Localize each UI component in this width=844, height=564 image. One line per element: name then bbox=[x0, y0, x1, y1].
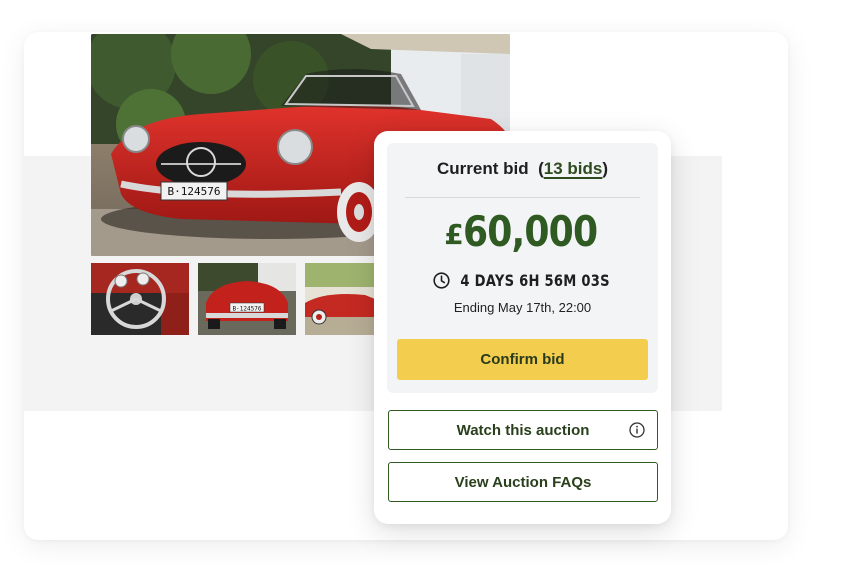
steering-wheel-illustration bbox=[91, 263, 189, 335]
current-bid-label: Current bid bbox=[437, 159, 529, 178]
current-bid-header: Current bid (13 bids) bbox=[405, 159, 640, 198]
info-icon[interactable] bbox=[629, 422, 645, 438]
license-plate-text: B·124576 bbox=[168, 185, 221, 198]
time-remaining: 4 DAYS 6H 56M 03S bbox=[387, 271, 658, 290]
confirm-bid-button[interactable]: Confirm bid bbox=[397, 339, 648, 380]
bid-amount-value: 60,000 bbox=[462, 207, 598, 256]
thumbnail-car-side[interactable] bbox=[305, 263, 375, 335]
thumbnail-steering-wheel[interactable] bbox=[91, 263, 189, 335]
currency-symbol: £ bbox=[444, 218, 464, 251]
bids-count-link[interactable]: 13 bids bbox=[544, 159, 603, 178]
car-rear-illustration: B·124576 bbox=[198, 263, 296, 335]
ending-date: Ending May 17th, 22:00 bbox=[453, 300, 592, 315]
bid-panel: Current bid (13 bids) £60,000 4 DAYS 6H … bbox=[374, 131, 671, 524]
thumbnail-car-rear[interactable]: B·124576 bbox=[198, 263, 296, 335]
watch-auction-label: Watch this auction bbox=[456, 421, 590, 439]
rear-plate-text: B·124576 bbox=[233, 306, 262, 313]
current-bid-box: Current bid (13 bids) £60,000 4 DAYS 6H … bbox=[387, 143, 658, 393]
car-side-illustration bbox=[305, 263, 375, 335]
time-remaining-text: 4 DAYS 6H 56M 03S bbox=[460, 271, 610, 290]
clock-icon bbox=[433, 272, 450, 289]
view-auction-faqs-button[interactable]: View Auction FAQs bbox=[388, 462, 658, 502]
bids-close-paren: ) bbox=[602, 159, 608, 178]
watch-auction-button[interactable]: Watch this auction bbox=[388, 410, 658, 450]
current-bid-amount: £60,000 bbox=[387, 207, 658, 256]
